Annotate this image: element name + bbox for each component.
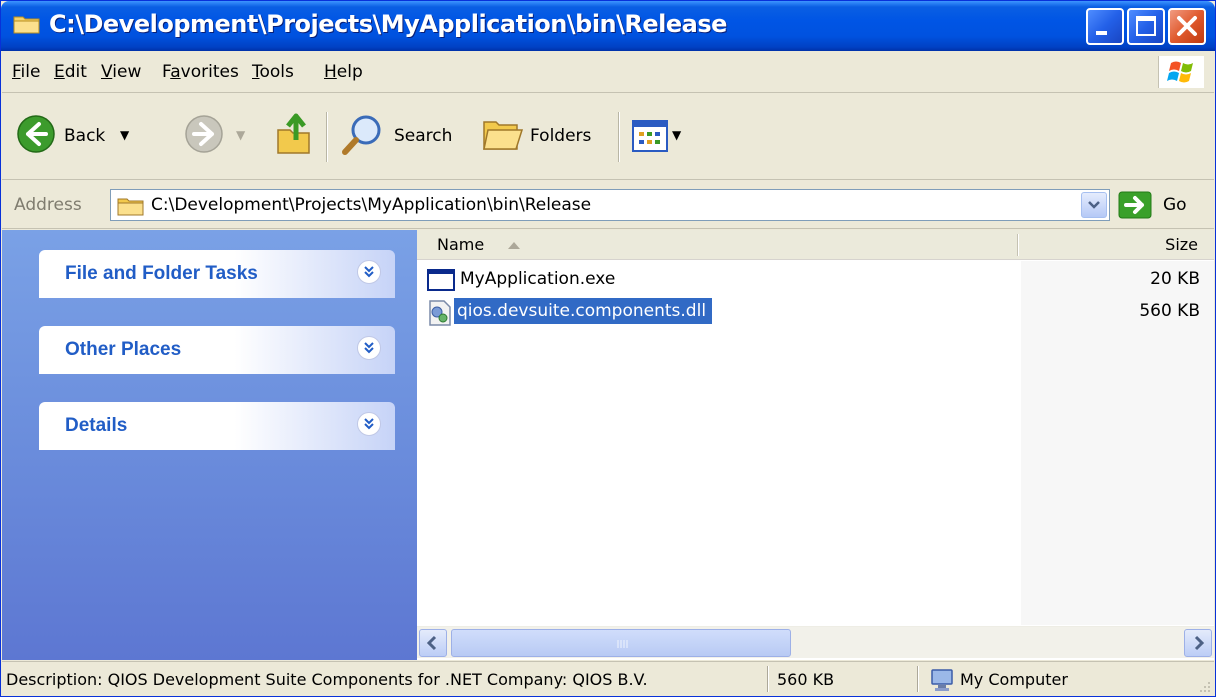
toolbar: Back ▼ ▼ Search Folders ▼ <box>2 94 1214 180</box>
go-button[interactable]: Go <box>1163 195 1187 215</box>
address-bar: Address C:\Development\Projects\MyApplic… <box>2 181 1214 229</box>
explorer-window: C:\Development\Projects\MyApplication\bi… <box>0 0 1216 697</box>
expand-chevron-icon[interactable] <box>357 260 381 284</box>
sort-ascending-icon <box>508 242 520 249</box>
menu-help[interactable]: Help <box>324 62 363 82</box>
close-button[interactable] <box>1168 8 1206 45</box>
grip-icon <box>617 640 628 648</box>
expand-chevron-icon[interactable] <box>357 412 381 436</box>
forward-arrow-icon <box>185 115 223 153</box>
menu-bar: File Edit View Favorites Tools Help <box>2 51 1214 93</box>
file-name: qios.devsuite.components.dll <box>454 298 713 324</box>
status-location: My Computer <box>960 670 1068 689</box>
maximize-button[interactable] <box>1127 8 1165 45</box>
folders-icon <box>483 121 524 150</box>
status-bar: Description: QIOS Development Suite Comp… <box>2 661 1214 696</box>
my-computer-icon <box>931 669 953 691</box>
toolbar-separator <box>618 112 620 162</box>
scroll-right-button[interactable] <box>1184 629 1212 657</box>
task-group-title: File and Folder Tasks <box>65 263 258 284</box>
address-dropdown-button[interactable] <box>1081 192 1107 218</box>
column-header-size[interactable]: Size <box>1165 235 1198 254</box>
task-group-other-places[interactable]: Other Places <box>39 326 395 374</box>
column-divider[interactable] <box>1017 234 1019 256</box>
task-group-details[interactable]: Details <box>39 402 395 450</box>
status-size: 560 KB <box>777 670 835 689</box>
back-label: Back <box>64 126 106 146</box>
address-input[interactable]: C:\Development\Projects\MyApplication\bi… <box>110 189 1110 221</box>
search-label: Search <box>394 126 453 146</box>
forward-button[interactable]: ▼ <box>184 94 254 180</box>
windows-logo-icon <box>1158 56 1204 88</box>
task-group-title: Other Places <box>65 339 182 360</box>
back-arrow-icon <box>17 115 55 153</box>
file-name: MyApplication.exe <box>460 269 616 289</box>
list-item[interactable]: qios.devsuite.components.dll 560 KB <box>425 298 1210 326</box>
folder-icon <box>13 13 41 35</box>
status-divider <box>917 666 919 692</box>
chevron-left-icon <box>426 635 437 651</box>
up-folder-button[interactable] <box>270 94 316 180</box>
column-header-row: Name Size <box>417 230 1214 260</box>
status-divider <box>767 666 769 692</box>
toolbar-separator <box>326 112 328 162</box>
file-list: Name Size MyApplication.exe 20 KB qios.d… <box>417 230 1214 660</box>
address-value: C:\Development\Projects\MyApplication\bi… <box>151 195 592 215</box>
dll-file-icon <box>429 300 451 326</box>
task-group-file-and-folder-tasks[interactable]: File and Folder Tasks <box>39 250 395 298</box>
window-title: C:\Development\Projects\MyApplication\bi… <box>49 10 727 38</box>
menu-view[interactable]: View <box>101 62 141 82</box>
chevron-right-icon <box>1194 635 1205 651</box>
address-label: Address <box>14 195 82 215</box>
folders-label: Folders <box>530 126 592 146</box>
menu-file[interactable]: File <box>12 62 40 82</box>
go-arrow-icon[interactable] <box>1118 191 1152 219</box>
folders-button[interactable]: Folders <box>480 94 610 180</box>
folder-icon <box>117 198 144 216</box>
forward-dropdown-icon: ▼ <box>236 128 246 142</box>
expand-chevron-icon[interactable] <box>357 336 381 360</box>
horizontal-scrollbar[interactable] <box>417 626 1214 658</box>
task-group-title: Details <box>65 415 128 436</box>
title-bar[interactable]: C:\Development\Projects\MyApplication\bi… <box>1 1 1215 51</box>
back-dropdown-icon[interactable]: ▼ <box>120 128 129 142</box>
file-size: 20 KB <box>1150 269 1200 289</box>
resize-grip-icon[interactable] <box>1198 680 1212 694</box>
chevron-down-icon <box>1088 201 1100 209</box>
search-icon <box>342 115 381 155</box>
scrollbar-thumb[interactable] <box>451 629 791 657</box>
menu-edit[interactable]: Edit <box>54 62 87 82</box>
search-button[interactable]: Search <box>340 94 466 180</box>
status-description: Description: QIOS Development Suite Comp… <box>6 670 648 689</box>
list-item[interactable]: MyApplication.exe 20 KB <box>425 266 1210 294</box>
scroll-left-button[interactable] <box>419 629 447 657</box>
back-button[interactable]: Back ▼ <box>16 94 166 180</box>
menu-favorites[interactable]: Favorites <box>162 62 239 82</box>
menu-tools[interactable]: Tools <box>252 62 294 82</box>
up-folder-icon <box>277 113 310 154</box>
views-button[interactable]: ▼ <box>632 94 698 180</box>
file-size: 560 KB <box>1139 301 1200 321</box>
application-icon <box>427 269 455 291</box>
minimize-button[interactable] <box>1086 8 1124 45</box>
task-pane: File and Folder Tasks Other Places Detai… <box>2 230 417 660</box>
column-header-name[interactable]: Name <box>437 235 484 254</box>
views-icon <box>632 120 668 152</box>
views-dropdown-icon[interactable]: ▼ <box>672 128 681 142</box>
